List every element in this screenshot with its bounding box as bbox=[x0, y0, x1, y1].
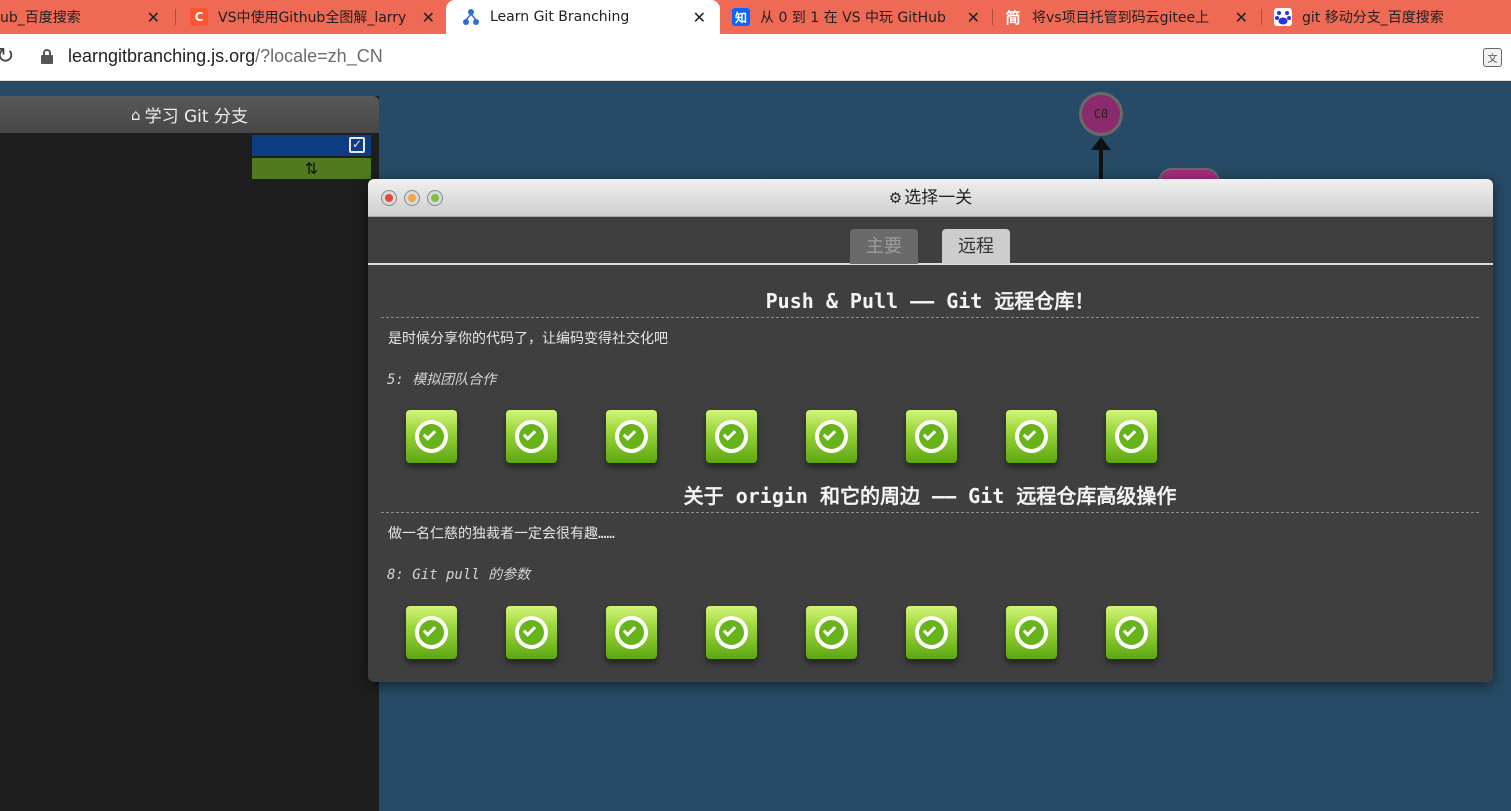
sync-icon: ⇅ bbox=[304, 159, 319, 178]
level-button[interactable] bbox=[606, 606, 657, 659]
browser-tab-6[interactable]: git 移动分支_百度搜索 bbox=[1274, 0, 1511, 34]
command-panel-title: 学习 Git 分支 bbox=[144, 107, 248, 127]
browser-tab-1[interactable]: ub_百度搜索 ✕ bbox=[0, 0, 170, 34]
section-subtitle: 8: Git pull 的参数 bbox=[387, 567, 531, 583]
level-tabs: 主要 远程 bbox=[368, 217, 1493, 265]
level-button[interactable] bbox=[1106, 410, 1157, 463]
tab-title: Learn Git Branching bbox=[490, 9, 630, 25]
check-icon bbox=[915, 420, 948, 453]
csdn-icon: C bbox=[190, 8, 208, 26]
check-icon bbox=[515, 420, 548, 453]
close-icon[interactable]: ✕ bbox=[147, 8, 160, 27]
level-button[interactable] bbox=[1006, 410, 1057, 463]
browser-tab-2[interactable]: C VS中使用Github全图解_larry ✕ bbox=[190, 0, 445, 34]
section-title: Push & Pull —— Git 远程仓库！ bbox=[765, 289, 1095, 313]
level-button[interactable] bbox=[406, 410, 457, 463]
close-icon[interactable]: ✕ bbox=[422, 8, 435, 27]
level-button[interactable] bbox=[806, 410, 857, 463]
dialog-titlebar: ⚙ 选择一关 bbox=[368, 179, 1493, 217]
level-button[interactable] bbox=[606, 410, 657, 463]
browser-tab-active[interactable]: Learn Git Branching ✕ bbox=[446, 0, 720, 34]
close-icon[interactable]: ✕ bbox=[967, 8, 980, 27]
zhihu-icon: 知 bbox=[732, 8, 750, 26]
jianshu-icon: 简 bbox=[1005, 8, 1021, 27]
check-icon bbox=[1115, 616, 1148, 649]
dialog-title-text: 选择一关 bbox=[904, 188, 973, 208]
level-select-dialog: ⚙ 选择一关 主要 远程 Push & Pull —— Git 远程仓库！ 是时候… bbox=[368, 179, 1493, 682]
section-divider bbox=[381, 512, 1479, 513]
lock-icon[interactable] bbox=[41, 49, 53, 64]
check-icon bbox=[1115, 420, 1148, 453]
level-button[interactable] bbox=[506, 606, 557, 659]
dialog-title: ⚙ 选择一关 bbox=[368, 179, 1493, 217]
tab-divider bbox=[992, 9, 993, 25]
browser-tab-bar: ub_百度搜索 ✕ C VS中使用Github全图解_larry ✕ Learn… bbox=[0, 0, 1511, 34]
section-subtitle: 5: 模拟团队合作 bbox=[387, 372, 497, 388]
check-icon bbox=[715, 616, 748, 649]
check-icon bbox=[415, 420, 448, 453]
tab-divider bbox=[1261, 9, 1262, 25]
tab-title: ub_百度搜索 bbox=[0, 10, 81, 26]
section-title: 关于 origin 和它的周边 —— Git 远程仓库高级操作 bbox=[683, 484, 1177, 508]
checkbox-icon: ✓ bbox=[349, 137, 365, 153]
url-host: learngitbranching.js.org bbox=[68, 46, 256, 66]
reload-icon[interactable]: ↻ bbox=[0, 44, 14, 69]
address-bar: ↻ learngitbranching.js.org/?locale=zh_CN… bbox=[0, 34, 1511, 81]
section-description: 做一名仁慈的独裁者一定会很有趣…… bbox=[388, 526, 615, 542]
baidu-icon bbox=[1274, 8, 1292, 26]
section-description: 是时候分享你的代码了，让编码变得社交化吧 bbox=[388, 331, 668, 347]
tab-main[interactable]: 主要 bbox=[850, 229, 918, 264]
check-icon bbox=[1015, 616, 1048, 649]
check-icon bbox=[415, 616, 448, 649]
level-button[interactable] bbox=[806, 606, 857, 659]
close-icon[interactable]: ✕ bbox=[693, 8, 706, 27]
check-icon bbox=[715, 420, 748, 453]
tab-title: 从 0 到 1 在 VS 中玩 GitHub bbox=[760, 10, 946, 26]
section-divider bbox=[381, 317, 1479, 318]
home-icon: ⌂ bbox=[131, 105, 141, 124]
level-button[interactable] bbox=[706, 410, 757, 463]
level-button[interactable] bbox=[406, 606, 457, 659]
tab-title: VS中使用Github全图解_larry bbox=[218, 10, 407, 26]
check-icon bbox=[515, 616, 548, 649]
commit-arrow-line bbox=[1099, 149, 1103, 183]
check-icon bbox=[1015, 420, 1048, 453]
command-panel-header[interactable]: ⌂ 学习 Git 分支 bbox=[0, 96, 379, 133]
learngit-icon bbox=[462, 8, 480, 26]
level-button[interactable] bbox=[906, 410, 957, 463]
tab-remote[interactable]: 远程 bbox=[942, 229, 1010, 264]
url-field[interactable]: learngitbranching.js.org/?locale=zh_CN bbox=[68, 46, 383, 67]
level-button[interactable] bbox=[1006, 606, 1057, 659]
tab-title: 将vs项目托管到码云gitee上 bbox=[1032, 10, 1210, 26]
commit-node: C0 bbox=[1079, 92, 1123, 136]
url-path: /?locale=zh_CN bbox=[255, 46, 383, 66]
level-button[interactable] bbox=[506, 410, 557, 463]
level-button[interactable] bbox=[706, 606, 757, 659]
tab-divider bbox=[175, 9, 176, 25]
gear-icon: ⚙ bbox=[888, 189, 903, 207]
command-panel: ⌂ 学习 Git 分支 ✓ ⇅ bbox=[0, 96, 379, 811]
command-result-sync: ⇅ bbox=[252, 158, 371, 179]
command-result-success: ✓ bbox=[252, 135, 371, 156]
tab-title: git 移动分支_百度搜索 bbox=[1302, 10, 1444, 26]
browser-tab-5[interactable]: 简 将vs项目托管到码云gitee上 ✕ bbox=[1004, 0, 1258, 34]
check-icon bbox=[815, 616, 848, 649]
close-icon[interactable]: ✕ bbox=[1235, 8, 1248, 27]
level-button[interactable] bbox=[906, 606, 957, 659]
translate-icon[interactable]: 文 bbox=[1483, 48, 1502, 67]
level-button[interactable] bbox=[1106, 606, 1157, 659]
browser-tab-4[interactable]: 知 从 0 到 1 在 VS 中玩 GitHub ✕ bbox=[732, 0, 990, 34]
check-icon bbox=[815, 420, 848, 453]
check-icon bbox=[615, 420, 648, 453]
check-icon bbox=[915, 616, 948, 649]
check-icon bbox=[615, 616, 648, 649]
